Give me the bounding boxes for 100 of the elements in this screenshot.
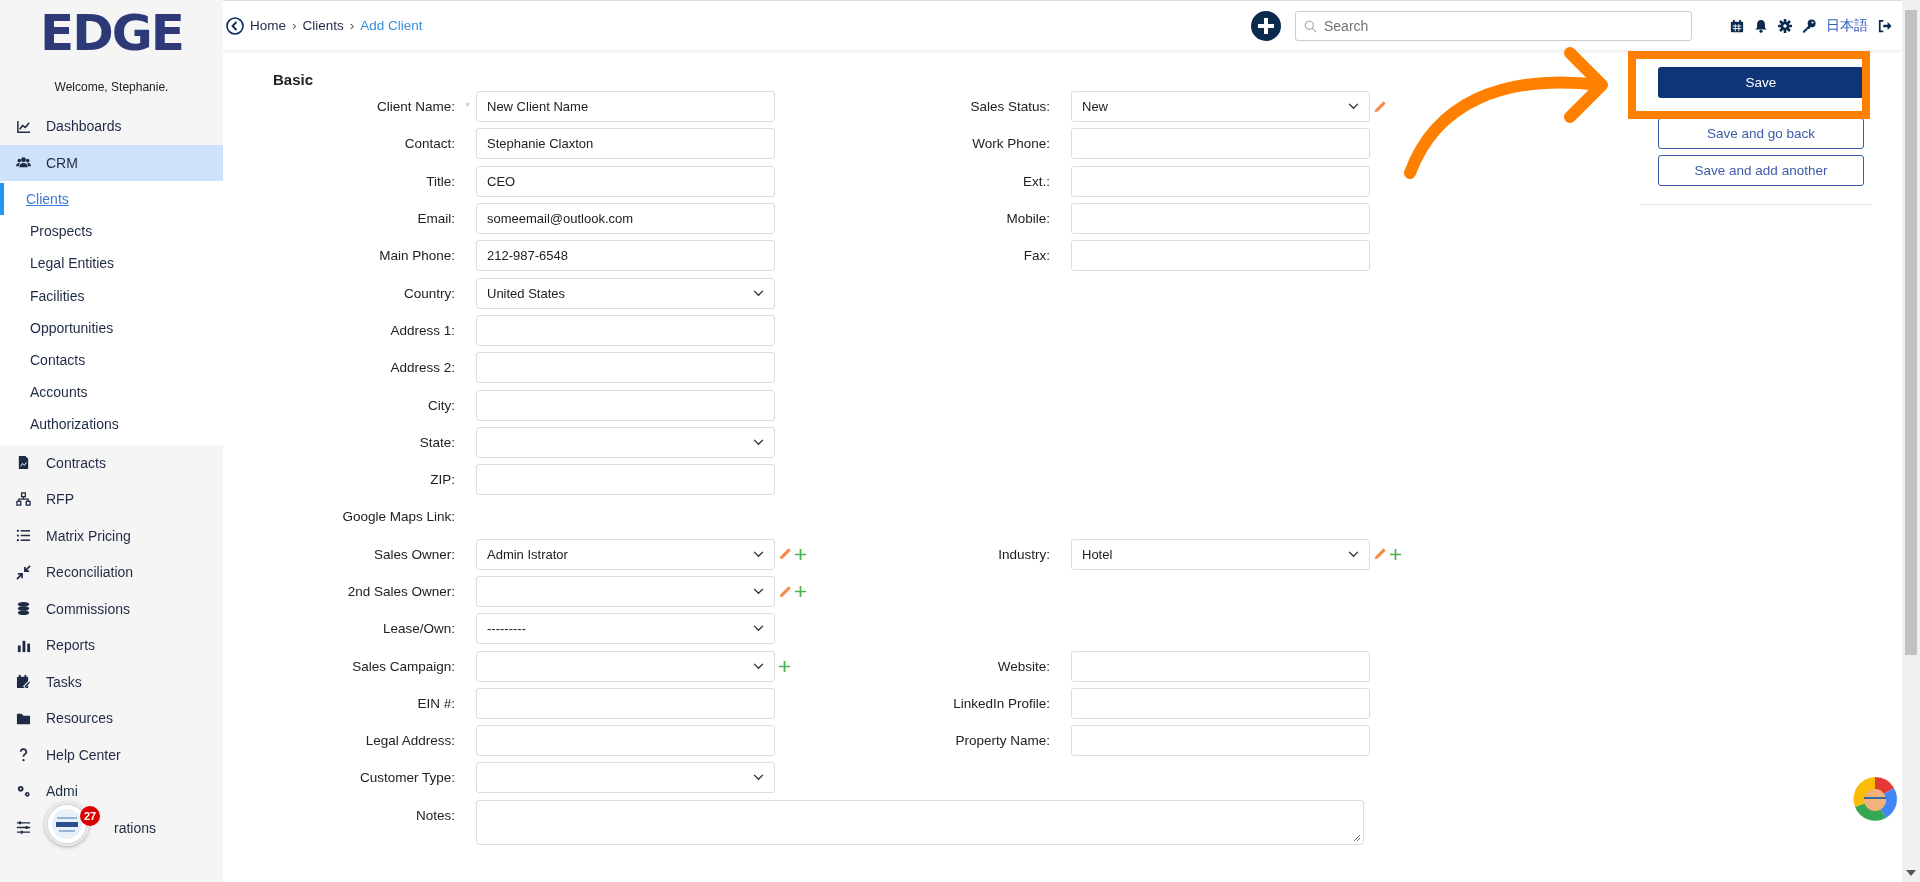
nav-link[interactable]: Reconciliation (46, 564, 134, 581)
field-label: Main Phone: (379, 248, 455, 264)
breadcrumb-link[interactable]: Add Client (360, 18, 423, 33)
field-label: Sales Owner: (373, 546, 455, 562)
save-option-button[interactable]: Save and go back (1658, 118, 1864, 149)
text-field[interactable]: someemail@outlook.com (476, 203, 775, 235)
select-field[interactable]: Hotel (1071, 538, 1370, 570)
nav-link[interactable]: Dashboards (46, 118, 122, 135)
text-field[interactable] (476, 725, 775, 757)
plus-icon[interactable] (1389, 547, 1402, 561)
text-field[interactable] (1071, 650, 1370, 682)
select-field[interactable]: --------- (476, 613, 775, 645)
chevron-down-icon (753, 662, 764, 670)
field-label: Legal Address: (365, 733, 455, 749)
field-label: Fax: (1023, 248, 1050, 264)
pencil-icon[interactable] (778, 584, 792, 599)
text-field[interactable]: Stephanie Claxton (476, 128, 775, 160)
save-button[interactable]: Save (1658, 67, 1864, 98)
nav-subitem[interactable]: Facilities (0, 279, 223, 312)
text-field[interactable] (1071, 687, 1370, 719)
breadcrumb-link[interactable]: Clients (302, 18, 344, 33)
text-field[interactable] (1071, 165, 1370, 197)
plus-icon[interactable] (794, 585, 807, 598)
search-field[interactable]: Search (1295, 10, 1692, 41)
section-title: Basic (273, 71, 314, 88)
pencil-icon[interactable] (1373, 547, 1387, 562)
plus-icon[interactable] (794, 547, 807, 561)
scroll-down-icon[interactable] (1906, 870, 1916, 876)
nav-link[interactable]: CRM (46, 154, 223, 171)
select-field[interactable]: United States (476, 277, 775, 309)
nav-subitem[interactable]: Prospects (0, 215, 223, 248)
select-field[interactable] (476, 576, 775, 607)
notes-field[interactable] (476, 799, 1364, 845)
nav-subitem[interactable]: Clients (0, 183, 223, 216)
nav-link[interactable]: rations (114, 819, 157, 836)
nav-subitem[interactable]: Legal Entities (0, 247, 223, 280)
select-field[interactable]: Admin Istrator (476, 538, 775, 570)
settings-icon[interactable] (1778, 18, 1792, 33)
text-field[interactable] (1071, 128, 1370, 160)
pencil-icon[interactable] (778, 547, 792, 562)
nav-link[interactable]: Tasks (46, 673, 82, 690)
text-field[interactable] (476, 389, 775, 421)
nav-subitem[interactable]: Opportunities (0, 311, 223, 344)
nav-icon[interactable] (16, 820, 31, 836)
field-label: City: (428, 397, 455, 413)
welcome-text: Welcome, Stephanie. (54, 80, 169, 94)
field-label: Client Name: (376, 99, 455, 115)
assistant-avatar-icon[interactable] (1850, 774, 1900, 824)
add-icon[interactable] (1251, 10, 1281, 41)
nav-icon[interactable] (16, 491, 31, 507)
bell-icon[interactable] (1754, 18, 1768, 33)
select-field[interactable] (476, 426, 775, 458)
nav-icon[interactable] (16, 564, 31, 580)
nav-icon[interactable] (16, 674, 31, 690)
nav-link[interactable]: Matrix Pricing (46, 527, 131, 544)
nav-icon[interactable] (16, 783, 31, 799)
nav-link[interactable]: Contracts (46, 454, 106, 471)
text-field[interactable]: 212-987-6548 (476, 240, 775, 272)
text-field[interactable] (476, 352, 775, 384)
nav-link[interactable]: RFP (46, 491, 74, 508)
nav-link[interactable]: Commissions (46, 600, 130, 617)
select-field[interactable] (476, 650, 775, 682)
nav-subitem[interactable]: Accounts (0, 376, 223, 409)
field-label: ZIP: (430, 472, 455, 488)
save-option-button[interactable]: Save and add another (1658, 155, 1864, 186)
select-field[interactable]: New (1071, 91, 1370, 123)
text-field[interactable]: CEO (476, 165, 775, 197)
text-field[interactable] (476, 314, 775, 346)
key-icon[interactable] (1802, 18, 1816, 33)
text-field[interactable] (1071, 240, 1370, 272)
calendar-icon[interactable] (1730, 18, 1744, 33)
pencil-icon[interactable] (1373, 99, 1387, 114)
nav-icon[interactable] (16, 455, 31, 471)
nav-icon[interactable] (16, 118, 31, 134)
plus-icon[interactable] (778, 659, 791, 673)
field-label: 2nd Sales Owner: (347, 584, 455, 599)
text-field[interactable]: New Client Name (476, 91, 775, 123)
chevron-down-icon (753, 289, 764, 297)
text-field[interactable] (1071, 725, 1370, 757)
chevron-down-icon (753, 588, 764, 595)
nav-subitem[interactable]: Authorizations (0, 408, 223, 441)
nav-link[interactable]: Admi (46, 783, 78, 800)
text-field[interactable] (1071, 203, 1370, 235)
breadcrumb-link[interactable]: Home (250, 18, 286, 33)
text-field[interactable] (476, 464, 775, 496)
chevron-down-icon (753, 625, 764, 633)
scrollbar[interactable] (1902, 0, 1920, 882)
select-field[interactable] (476, 762, 775, 794)
nav-subitem[interactable]: Contacts (0, 343, 223, 377)
back-icon[interactable] (226, 16, 244, 35)
nav-link[interactable]: Help Center (46, 746, 121, 763)
resize-grip-icon[interactable] (1353, 833, 1361, 842)
text-field[interactable] (476, 687, 775, 719)
nav-icon[interactable] (16, 601, 31, 617)
logout-icon[interactable] (1878, 18, 1892, 33)
language-link[interactable]: 日本語 (1826, 16, 1868, 35)
field-label: Property Name: (955, 733, 1050, 749)
nav-icon[interactable] (16, 528, 31, 544)
nav-link[interactable]: Reports (46, 637, 96, 654)
nav-link[interactable]: Resources (46, 710, 113, 727)
